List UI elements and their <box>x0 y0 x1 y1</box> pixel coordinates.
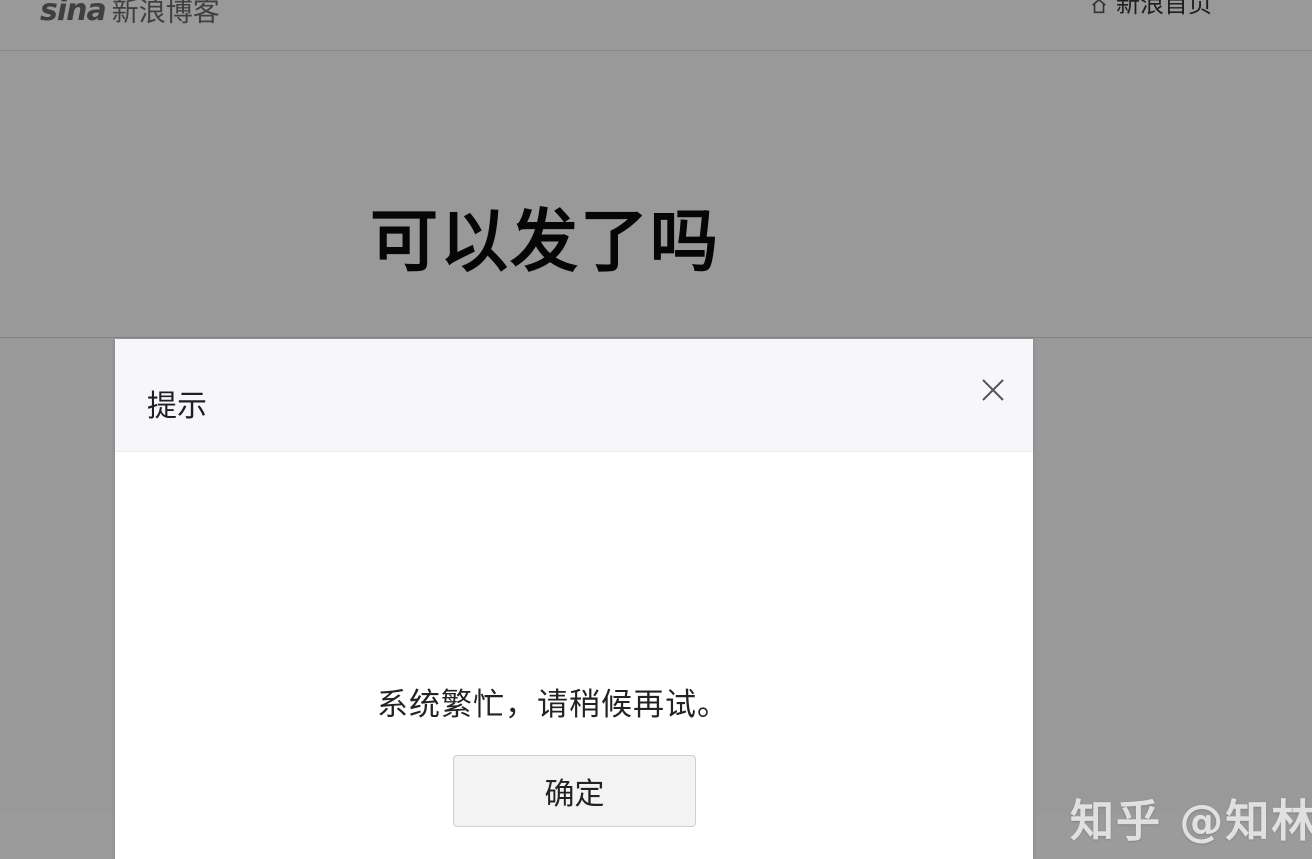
confirm-button[interactable]: 确定 <box>453 755 696 827</box>
alert-dialog: 提示 系统繁忙，请稍候再试。 确定 <box>115 339 1033 859</box>
dialog-body: 系统繁忙，请稍候再试。 确定 <box>115 452 1033 827</box>
dialog-header: 提示 <box>115 339 1033 452</box>
close-icon[interactable] <box>981 378 1005 402</box>
zhihu-watermark: 知乎 @知林 <box>1070 796 1312 847</box>
dialog-message: 系统繁忙，请稍候再试。 <box>377 687 729 723</box>
dialog-title: 提示 <box>147 389 207 424</box>
